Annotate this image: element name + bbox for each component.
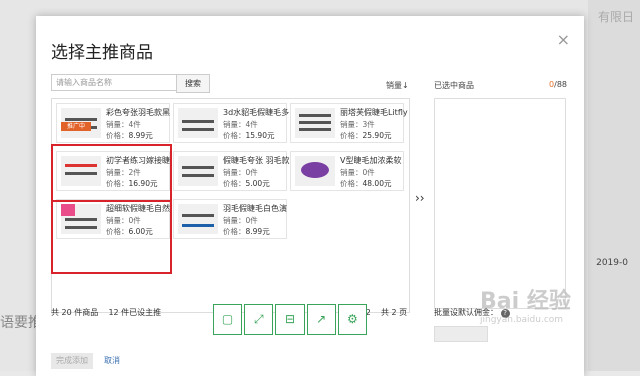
- highlight-box: [51, 200, 172, 274]
- search-input[interactable]: 请输入商品名称: [51, 74, 179, 91]
- batch-commission-input[interactable]: [434, 326, 488, 342]
- close-icon[interactable]: ×: [557, 30, 570, 49]
- product-price: 价格：8.99元: [223, 227, 270, 236]
- floating-toolbar: ▢ ⤢ ⊟ ↗ ⚙: [213, 304, 368, 335]
- sort-by-sales-button[interactable]: 销量↓: [386, 80, 409, 91]
- share-icon[interactable]: ↗: [306, 304, 336, 335]
- cancel-button[interactable]: 取消: [104, 355, 120, 366]
- selected-products-panel: [434, 98, 566, 309]
- product-card[interactable]: 推广中 彩色夸张羽毛款黑 销量：4件 价格：8.99元: [56, 103, 170, 143]
- product-name: V型睫毛加浓柔软: [340, 156, 402, 165]
- product-summary: 共 20 件商品 12 件已设主推: [51, 307, 161, 318]
- background-strip: [588, 0, 640, 371]
- product-thumbnail: [178, 204, 218, 234]
- product-thumbnail: [178, 108, 218, 138]
- product-name: 彩色夸张羽毛款黑: [106, 108, 170, 117]
- background-top-right-text: 有限日: [597, 10, 634, 24]
- product-sold: 销量：0件: [340, 168, 375, 177]
- product-card[interactable]: 羽毛假睫毛白色演 销量：0件 价格：8.99元: [173, 199, 287, 239]
- highlight-box: [51, 144, 172, 202]
- total-products: 共 20 件商品: [51, 308, 99, 317]
- product-price: 价格：5.00元: [223, 179, 270, 188]
- product-thumbnail: [295, 108, 335, 138]
- selected-count: 0/88: [549, 80, 567, 89]
- product-card[interactable]: 丽塔芙假睫毛Litfly 销量：3件 价格：25.90元: [290, 103, 408, 143]
- baidu-jingyan-watermark: Bai 经验 jingyan.baidu.com: [480, 289, 571, 325]
- product-name: 3d水貂毛假睫毛多: [223, 108, 290, 117]
- product-sold: 销量：3件: [340, 120, 375, 129]
- product-card[interactable]: 3d水貂毛假睫毛多 销量：4件 价格：15.90元: [173, 103, 290, 143]
- product-thumbnail: [178, 156, 218, 186]
- product-name: 羽毛假睫毛白色演: [223, 204, 287, 213]
- product-price: 价格：48.00元: [340, 179, 392, 188]
- selected-title: 已选中商品: [434, 81, 474, 90]
- settings-icon[interactable]: ⚙: [337, 304, 368, 335]
- finish-adding-button[interactable]: 完成添加: [51, 353, 93, 369]
- total-pages: 共 2 页: [380, 308, 408, 317]
- product-name: 丽塔芙假睫毛Litfly: [340, 108, 408, 117]
- crop-icon[interactable]: ▢: [213, 304, 243, 335]
- promoting-badge: 推广中: [61, 122, 91, 131]
- product-sold: 销量：0件: [223, 168, 258, 177]
- product-thumbnail: 推广中: [61, 108, 101, 138]
- search-button[interactable]: 搜索: [176, 74, 210, 93]
- product-card[interactable]: 假睫毛夸张 羽毛款 销量：0件 价格：5.00元: [173, 151, 290, 191]
- save-icon[interactable]: ⊟: [275, 304, 305, 335]
- product-price: 价格：25.90元: [340, 131, 392, 140]
- product-sold: 销量：4件: [223, 120, 258, 129]
- move-right-icon[interactable]: ››: [415, 191, 425, 205]
- product-sold: 销量：4件: [106, 120, 141, 129]
- selected-products-header: 已选中商品 0/88: [434, 80, 567, 91]
- product-card[interactable]: V型睫毛加浓柔软 销量：0件 价格：48.00元: [290, 151, 404, 191]
- featured-count: 12 件已设主推: [108, 308, 162, 317]
- product-price: 价格：15.90元: [223, 131, 275, 140]
- product-name: 假睫毛夸张 羽毛款: [223, 156, 290, 165]
- product-thumbnail: [295, 156, 335, 186]
- background-date-text: 2019-0: [596, 258, 628, 268]
- dialog-title: 选择主推商品: [51, 43, 153, 63]
- product-sold: 销量：0件: [223, 216, 258, 225]
- fullscreen-icon[interactable]: ⤢: [244, 304, 274, 335]
- product-price: 价格：8.99元: [106, 131, 153, 140]
